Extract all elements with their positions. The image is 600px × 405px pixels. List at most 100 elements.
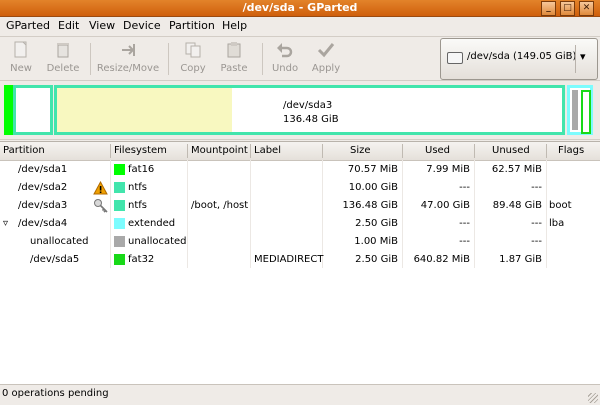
map-sda3-used xyxy=(57,88,232,132)
resize-grip[interactable] xyxy=(588,393,598,403)
copy-label: Copy xyxy=(180,63,206,74)
used-value: 7.99 MiB xyxy=(426,164,470,175)
filesystem-name: fat16 xyxy=(128,164,155,175)
undo-label: Undo xyxy=(271,63,299,74)
table-header: Partition Filesystem Mountpoint Label Si… xyxy=(0,142,600,161)
harddisk-icon xyxy=(447,52,463,64)
apply-button[interactable]: Apply xyxy=(308,37,344,80)
resize-move-label: Resize/Move xyxy=(96,63,160,74)
header-label[interactable]: Label xyxy=(254,145,281,156)
map-sda2[interactable] xyxy=(13,85,53,135)
checkmark-icon xyxy=(317,43,335,58)
copy-icon xyxy=(185,42,201,58)
table-row[interactable]: ▿ /dev/sda4 extended 2.50 GiB --- --- lb… xyxy=(0,215,600,233)
table-row[interactable]: /dev/sda2 ntfs 10.00 GiB --- --- xyxy=(0,179,600,197)
flags-value: lba xyxy=(549,218,565,229)
header-mountpoint[interactable]: Mountpoint xyxy=(191,145,248,156)
size-value: 10.00 GiB xyxy=(348,182,398,193)
header-filesystem[interactable]: Filesystem xyxy=(114,145,167,156)
dropdown-separator xyxy=(575,45,576,73)
size-value: 1.00 MiB xyxy=(354,236,398,247)
apply-label: Apply xyxy=(311,63,341,74)
filesystem-name: extended xyxy=(128,218,176,229)
trash-icon xyxy=(57,43,69,58)
menu-device[interactable]: Device xyxy=(123,19,161,32)
paste-icon xyxy=(227,42,241,58)
expander-arrow-icon[interactable]: ▿ xyxy=(3,218,8,229)
partition-name: /dev/sda5 xyxy=(30,254,80,265)
window-title: /dev/sda - GParted xyxy=(242,1,358,14)
warning-icon xyxy=(93,181,108,195)
map-sda3[interactable]: /dev/sda3 136.48 GiB xyxy=(54,85,565,135)
map-sda3-size: 136.48 GiB xyxy=(283,114,339,125)
unused-value: --- xyxy=(531,182,542,193)
unused-value: 62.57 MiB xyxy=(491,164,542,175)
new-icon xyxy=(14,41,27,58)
filesystem-name: ntfs xyxy=(128,182,147,193)
filesystem-name: fat32 xyxy=(128,254,155,265)
toolbar-separator xyxy=(168,43,169,75)
header-unused[interactable]: Unused xyxy=(492,145,530,156)
used-value: 640.82 MiB xyxy=(413,254,470,265)
status-text: 0 operations pending xyxy=(2,388,109,399)
header-used[interactable]: Used xyxy=(425,145,450,156)
unused-value: 89.48 GiB xyxy=(492,200,542,211)
partition-label: MEDIADIRECT xyxy=(254,254,324,265)
map-unallocated xyxy=(572,90,578,130)
used-value: 47.00 GiB xyxy=(420,200,470,211)
partition-name: /dev/sda1 xyxy=(18,164,68,175)
toolbar-separator xyxy=(262,43,263,75)
menu-partition[interactable]: Partition xyxy=(169,19,215,32)
filesystem-color-swatch xyxy=(114,164,125,175)
resize-move-icon xyxy=(122,44,135,56)
flags-value: boot xyxy=(549,200,572,211)
delete-label: Delete xyxy=(46,63,80,74)
undo-button[interactable]: Undo xyxy=(268,37,302,80)
filesystem-color-swatch xyxy=(114,254,125,265)
key-icon xyxy=(94,199,108,213)
used-value: --- xyxy=(459,218,470,229)
table-row[interactable]: /dev/sda1 fat16 70.57 MiB 7.99 MiB 62.57… xyxy=(0,161,600,179)
minimize-button[interactable]: _ xyxy=(541,1,556,16)
mountpoint: /boot, /host xyxy=(191,200,249,211)
close-button[interactable]: ✕ xyxy=(579,1,594,16)
map-sda1[interactable] xyxy=(4,85,13,135)
paste-label: Paste xyxy=(220,63,248,74)
status-bar: 0 operations pending xyxy=(0,384,600,405)
size-value: 2.50 GiB xyxy=(355,218,398,229)
map-sda5 xyxy=(581,90,591,134)
partition-table: Partition Filesystem Mountpoint Label Si… xyxy=(0,141,600,385)
unused-value: 1.87 GiB xyxy=(499,254,542,265)
paste-button[interactable]: Paste xyxy=(216,37,252,80)
maximize-button[interactable]: □ xyxy=(560,1,575,16)
menu-help[interactable]: Help xyxy=(222,19,247,32)
filesystem-color-swatch xyxy=(114,218,125,229)
size-value: 70.57 MiB xyxy=(347,164,398,175)
header-size[interactable]: Size xyxy=(350,145,371,156)
partition-map: /dev/sda3 136.48 GiB xyxy=(0,81,600,140)
table-row[interactable]: /dev/sda5 fat32 MEDIADIRECT 2.50 GiB 640… xyxy=(0,251,600,269)
filesystem-color-swatch xyxy=(114,182,125,193)
device-selector[interactable]: /dev/sda (149.05 GiB) ▾ xyxy=(440,38,598,80)
menu-bar: GParted Edit View Device Partition Help xyxy=(0,17,600,37)
title-bar: /dev/sda - GParted _ □ ✕ xyxy=(0,0,600,17)
new-label: New xyxy=(10,63,32,74)
filesystem-name: ntfs xyxy=(128,200,147,211)
header-flags[interactable]: Flags xyxy=(558,145,584,156)
new-button[interactable]: New xyxy=(4,37,38,80)
menu-view[interactable]: View xyxy=(89,19,115,32)
table-row[interactable]: /dev/sda3 ntfs /boot, /host 136.48 GiB 4… xyxy=(0,197,600,215)
menu-edit[interactable]: Edit xyxy=(58,19,79,32)
resize-move-button[interactable]: Resize/Move xyxy=(96,37,160,80)
menu-gparted[interactable]: GParted xyxy=(6,19,50,32)
map-sda3-name: /dev/sda3 xyxy=(283,100,333,111)
delete-button[interactable]: Delete xyxy=(44,37,82,80)
table-row[interactable]: unallocated unallocated 1.00 MiB --- --- xyxy=(0,233,600,251)
filesystem-color-swatch xyxy=(114,200,125,211)
header-partition[interactable]: Partition xyxy=(3,145,45,156)
filesystem-color-swatch xyxy=(114,236,125,247)
chevron-down-icon: ▾ xyxy=(580,50,586,63)
partition-name: /dev/sda4 xyxy=(18,218,68,229)
copy-button[interactable]: Copy xyxy=(176,37,210,80)
map-sda4[interactable] xyxy=(567,85,593,135)
